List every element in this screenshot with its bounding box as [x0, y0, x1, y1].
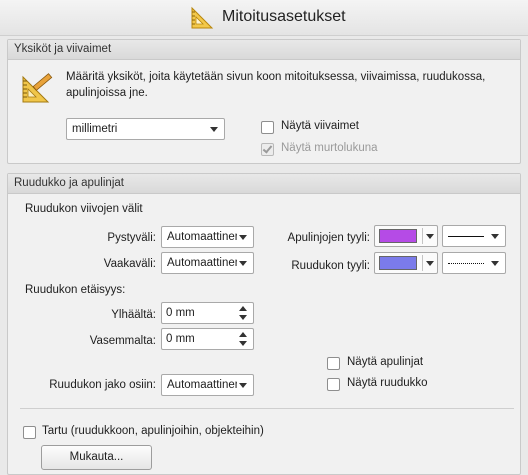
chevron-down-icon [239, 383, 247, 388]
grid-offset-title: Ruudukon etäisyys: [25, 284, 126, 296]
subdivisions-label: Ruudukon jako osiin: [49, 379, 156, 391]
from-top-label: Ylhäältä: [111, 309, 156, 321]
grid-color-swatch [379, 256, 417, 270]
window-title: Mitoitusasetukset [222, 8, 346, 25]
spin-arrows[interactable] [235, 329, 251, 349]
solid-line-sample [448, 236, 484, 237]
guide-line-style-select[interactable] [442, 225, 506, 247]
grid-color-button[interactable] [374, 252, 438, 274]
guide-style-label: Apulinjojen tyyli: [287, 232, 370, 244]
show-guides-checkbox[interactable] [327, 357, 340, 370]
grid-style-label: Ruudukon tyyli: [291, 260, 370, 272]
horizontal-spacing-label: Vaakaväli: [103, 258, 156, 270]
grid-panel-header: Ruudukko ja apulinjat [8, 174, 520, 194]
show-rulers-label: Näytä viivaimet [281, 120, 359, 132]
button-separator [422, 228, 423, 244]
customize-button[interactable]: Mukauta... [41, 445, 152, 470]
chevron-up-icon [239, 332, 247, 337]
guide-color-swatch [379, 229, 417, 243]
units-panel-header: Yksiköt ja viivaimet [8, 40, 520, 60]
chevron-down-icon [491, 234, 499, 239]
subdivisions-select[interactable]: Automaattinen [161, 374, 254, 396]
grid-line-style-select[interactable] [442, 252, 506, 274]
unit-select-value: millimetri [72, 123, 118, 135]
from-top-value: 0 mm [166, 307, 195, 319]
show-as-fraction-checkbox[interactable] [261, 143, 274, 156]
checkmark-icon [262, 143, 273, 154]
horizontal-spacing-value: Automaattinen [167, 257, 237, 269]
snap-label: Tartu (ruudukkoon, apulinjoihin, objekte… [42, 425, 264, 437]
chevron-down-icon [239, 235, 247, 240]
guide-color-button[interactable] [374, 225, 438, 247]
show-as-fraction-label: Näytä murtolukuna [281, 142, 378, 154]
horizontal-spacing-select[interactable]: Automaattinen [161, 252, 254, 274]
show-rulers-checkbox[interactable] [261, 121, 274, 134]
spin-arrows[interactable] [235, 303, 251, 323]
ruler-pencil-icon [22, 73, 53, 103]
show-guides-label: Näytä apulinjat [347, 356, 424, 368]
vertical-spacing-select[interactable]: Automaattinen [161, 226, 254, 248]
from-top-spinbox[interactable]: 0 mm [161, 302, 254, 324]
chevron-down-icon [426, 234, 434, 239]
units-description: Määritä yksiköt, joita käytetään sivun k… [66, 71, 486, 99]
show-grid-checkbox[interactable] [327, 378, 340, 391]
line-spacing-title: Ruudukon viivojen välit [25, 203, 143, 215]
from-left-value: 0 mm [166, 333, 195, 345]
dotted-line-sample [448, 263, 484, 264]
divider [20, 408, 514, 409]
vertical-spacing-value: Automaattinen [167, 231, 237, 243]
ruler-triangle-icon [191, 6, 214, 29]
chevron-down-icon [239, 261, 247, 266]
chevron-down-icon [426, 261, 434, 266]
from-left-spinbox[interactable]: 0 mm [161, 328, 254, 350]
button-separator [422, 255, 423, 271]
chevron-down-icon [491, 261, 499, 266]
show-grid-label: Näytä ruudukko [347, 377, 428, 389]
subdivisions-value: Automaattinen [167, 379, 237, 391]
vertical-spacing-label: Pystyväli: [107, 232, 156, 244]
snap-checkbox[interactable] [23, 426, 36, 439]
from-left-label: Vasemmalta: [89, 335, 156, 347]
chevron-down-icon [239, 341, 247, 346]
chevron-down-icon [239, 315, 247, 320]
chevron-down-icon [210, 127, 218, 132]
chevron-up-icon [239, 306, 247, 311]
title-bar: Mitoitusasetukset [0, 0, 528, 36]
unit-select[interactable]: millimetri [66, 118, 225, 140]
